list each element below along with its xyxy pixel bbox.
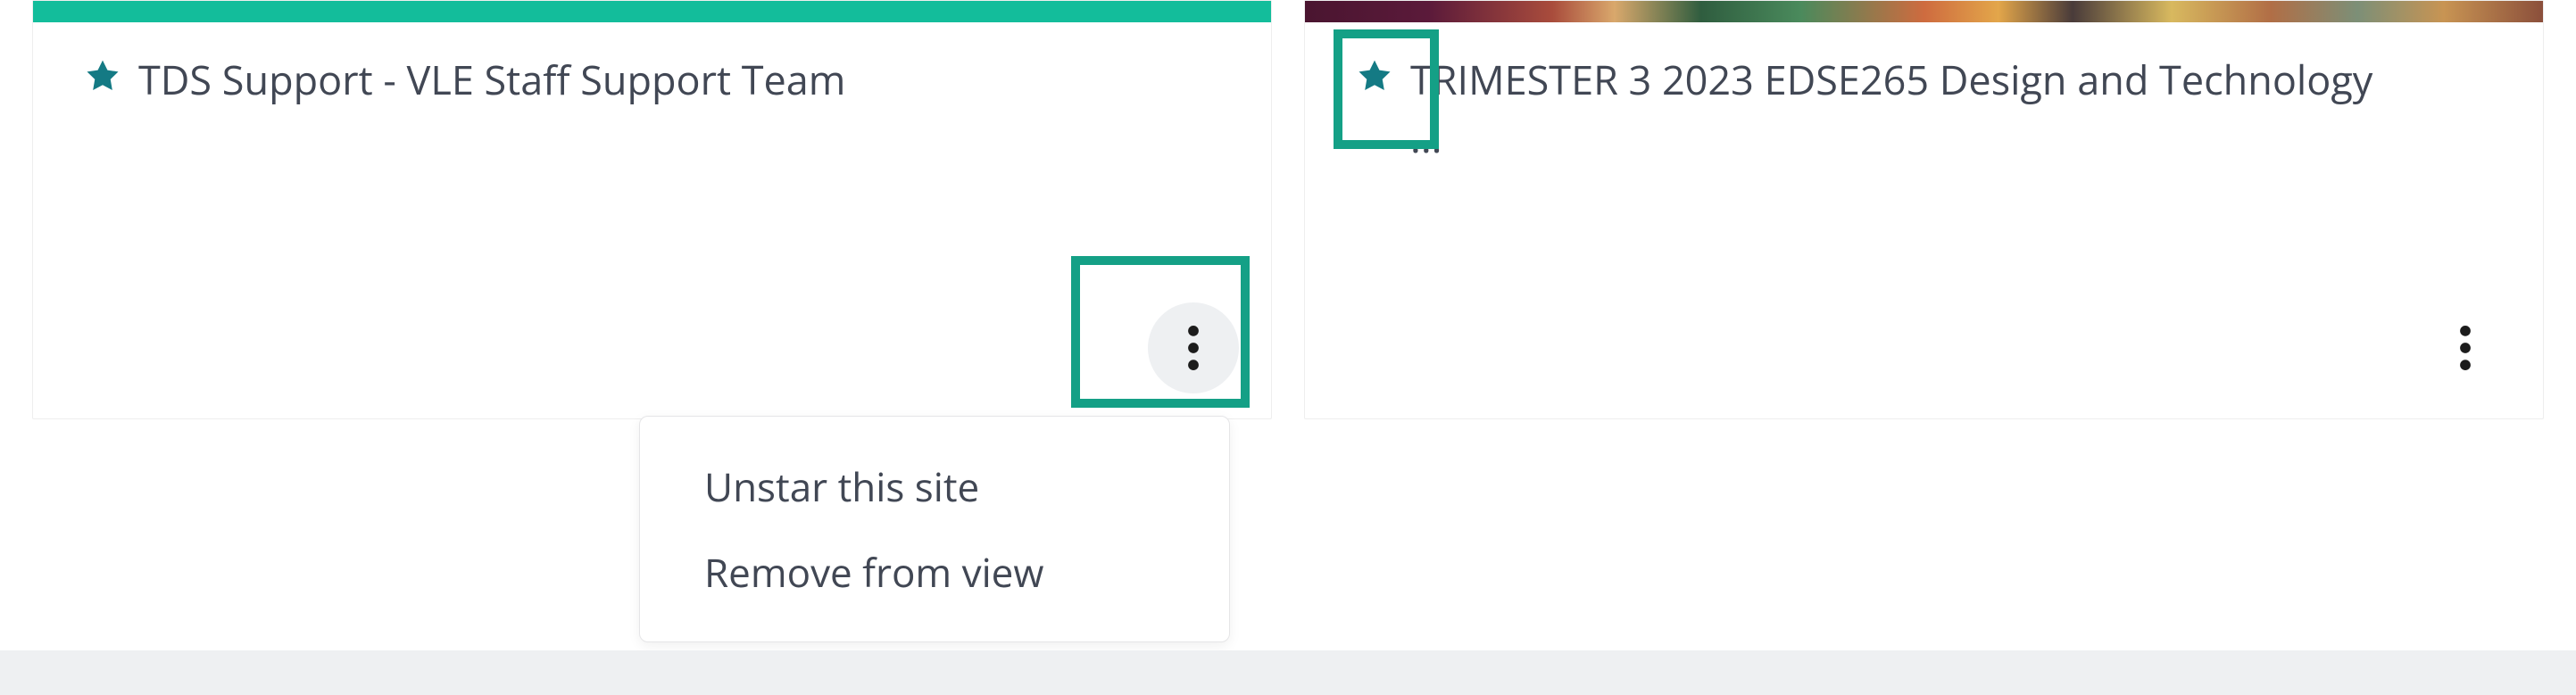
card-title-row: TDS Support - VLE Staff Support Team: [33, 22, 1271, 109]
cards-row: TDS Support - VLE Staff Support Team TRI…: [0, 0, 2576, 419]
course-card[interactable]: TDS Support - VLE Staff Support Team: [32, 0, 1272, 419]
page-bottom-strip: [0, 650, 2576, 695]
course-card[interactable]: TRIMESTER 3 2023 EDSE265 Design and Tech…: [1304, 0, 2544, 419]
card-title: TRIMESTER 3 2023 EDSE265 Design and Tech…: [1410, 51, 2410, 168]
card-title-row: TRIMESTER 3 2023 EDSE265 Design and Tech…: [1305, 22, 2543, 168]
card-banner: [33, 1, 1271, 22]
more-button[interactable]: [2420, 302, 2511, 393]
card-dropdown-menu: Unstar this site Remove from view: [639, 416, 1230, 642]
star-icon[interactable]: [1355, 56, 1394, 95]
menu-item-unstar[interactable]: Unstar this site: [640, 443, 1229, 529]
card-title: TDS Support - VLE Staff Support Team: [138, 51, 845, 109]
star-icon[interactable]: [83, 56, 122, 95]
menu-item-remove[interactable]: Remove from view: [640, 529, 1229, 615]
more-button[interactable]: [1148, 302, 1239, 393]
card-banner: [1305, 1, 2543, 22]
